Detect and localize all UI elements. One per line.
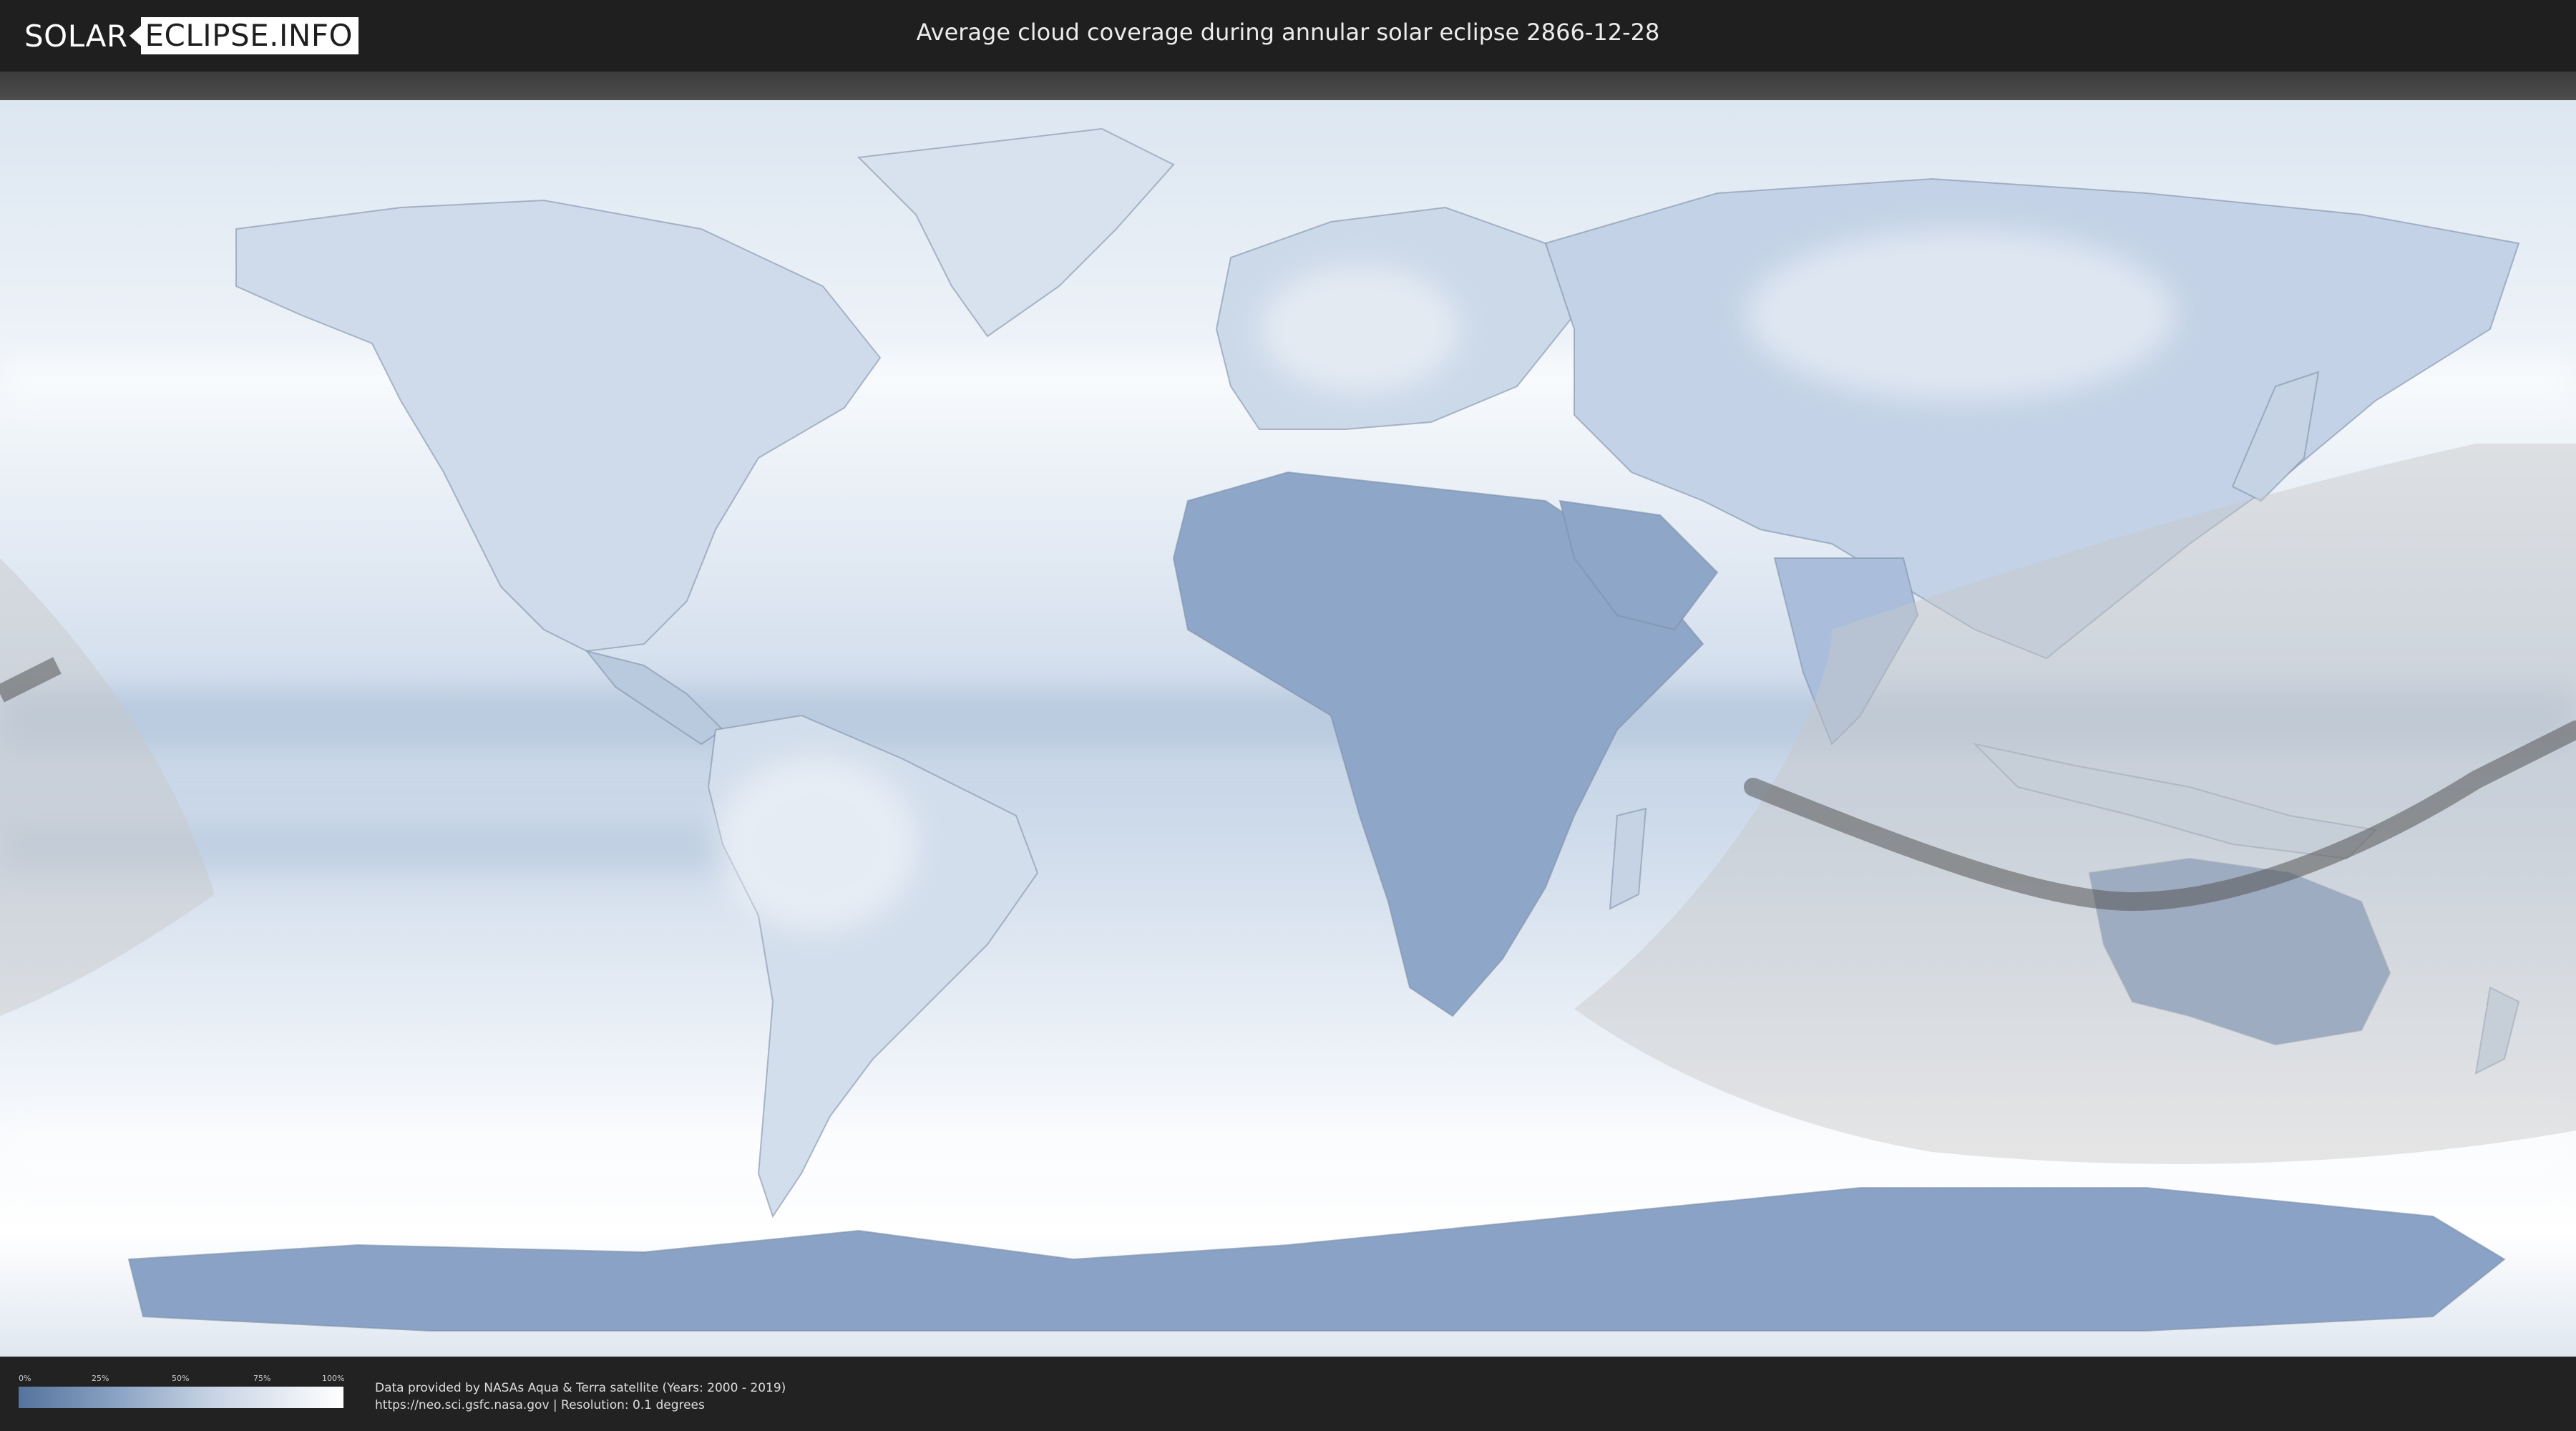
legend-tick-0: 0%: [19, 1374, 31, 1383]
cloud-coverage-legend: 0% 25% 50% 75% 100%: [19, 1374, 345, 1408]
world-map-svg: [0, 100, 2576, 1357]
header-divider: [0, 72, 2576, 100]
legend-ticks: 0% 25% 50% 75% 100%: [19, 1374, 345, 1385]
legend-tick-75: 75%: [253, 1374, 271, 1383]
legend-tick-50: 50%: [172, 1374, 190, 1383]
credits-line-2[interactable]: https://neo.sci.gsfc.nasa.gov | Resoluti…: [375, 1397, 786, 1414]
legend-tick-100: 100%: [322, 1374, 345, 1383]
page-title: Average cloud coverage during annular so…: [916, 19, 1660, 46]
credits-line-1: Data provided by NASAs Aqua & Terra sate…: [375, 1381, 786, 1395]
cloud-coverage-map: [0, 100, 2576, 1357]
header-bar: SOLAR ECLIPSE.INFO Average cloud coverag…: [0, 0, 2576, 72]
data-credits: Data provided by NASAs Aqua & Terra sate…: [375, 1379, 786, 1414]
legend-color-bar: [19, 1387, 343, 1408]
legend-tick-25: 25%: [92, 1374, 109, 1383]
